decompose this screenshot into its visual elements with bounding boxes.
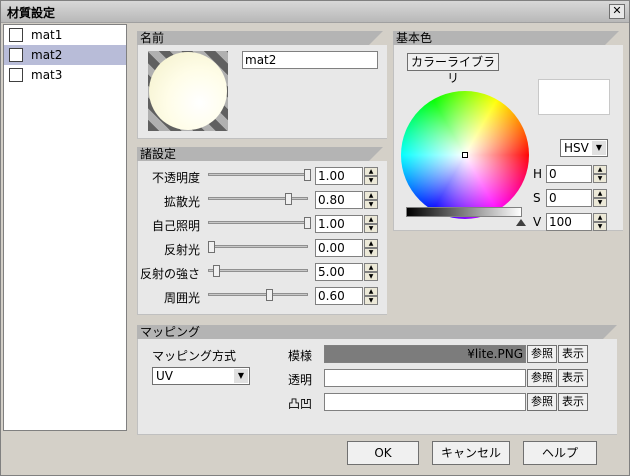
v-label: V — [533, 215, 542, 229]
setting-spinner[interactable]: ▲ ▼ — [364, 215, 378, 233]
setting-slider-track[interactable] — [208, 269, 308, 272]
setting-slider-track[interactable] — [208, 293, 308, 296]
browse-button[interactable]: 参照 — [527, 369, 557, 387]
color-mode-value: HSV — [564, 141, 589, 155]
mapping-method-select[interactable]: UV ▼ — [152, 367, 250, 385]
setting-label: 反射光 — [163, 243, 200, 257]
setting-spinner[interactable]: ▲ ▼ — [364, 263, 378, 281]
setting-value-input[interactable]: 0.80 — [315, 191, 363, 209]
title-bar[interactable]: 材質設定 ✕ — [1, 1, 629, 23]
mapping-file-input[interactable] — [324, 393, 526, 411]
section-header: 基本色 — [393, 31, 619, 45]
material-list: mat1 mat2 mat3 — [3, 24, 127, 431]
base-color-section-title: 基本色 — [396, 31, 433, 45]
material-checkbox[interactable] — [9, 68, 23, 82]
show-button[interactable]: 表示 — [558, 369, 588, 387]
mapping-row-label: 透明 — [288, 373, 313, 387]
setting-value-input[interactable]: 1.00 — [315, 167, 363, 185]
setting-slider-thumb[interactable] — [213, 265, 220, 277]
setting-slider-thumb[interactable] — [208, 241, 215, 253]
chevron-down-icon[interactable]: ▼ — [592, 141, 606, 155]
setting-slider-thumb[interactable] — [266, 289, 273, 301]
material-label: mat3 — [31, 68, 63, 82]
setting-slider-track[interactable] — [208, 173, 308, 176]
setting-value-input[interactable]: 1.00 — [315, 215, 363, 233]
material-label: mat1 — [31, 28, 63, 42]
material-preview — [148, 51, 228, 131]
ok-button[interactable]: OK — [347, 441, 419, 465]
setting-value-input[interactable]: 0.60 — [315, 287, 363, 305]
value-gradient-bar[interactable] — [406, 207, 522, 217]
material-checkbox[interactable] — [9, 28, 23, 42]
window-title: 材質設定 — [7, 6, 56, 20]
material-item-mat1[interactable]: mat1 — [4, 25, 126, 45]
s-input[interactable]: 0 — [546, 189, 592, 207]
mapping-section-title: マッピング — [140, 325, 201, 339]
mapping-method-value: UV — [156, 369, 173, 383]
settings-section-body: 不透明度 1.00 ▲ ▼ 拡散光 0.80 ▲ ▼ 自己照明 1.00 ▲ ▼ 反射光 0.00 ▲ ▼ 反射… — [137, 161, 387, 315]
settings-section-title: 諸設定 — [140, 147, 177, 161]
h-label: H — [533, 167, 543, 181]
setting-label: 拡散光 — [163, 195, 200, 209]
mapping-row-label: 模様 — [288, 349, 313, 363]
h-spinner[interactable]: ▲ ▼ — [593, 165, 607, 183]
show-button[interactable]: 表示 — [558, 345, 588, 363]
material-settings-window: 材質設定 ✕ mat1 mat2 mat3 名前 mat2 諸設定 不透明度 1… — [0, 0, 630, 476]
mapping-file-input[interactable] — [324, 369, 526, 387]
help-button[interactable]: ヘルプ — [523, 441, 597, 465]
v-spinner[interactable]: ▲ ▼ — [593, 213, 607, 231]
browse-button[interactable]: 参照 — [527, 393, 557, 411]
setting-slider-thumb[interactable] — [285, 193, 292, 205]
color-preview-swatch — [538, 79, 610, 115]
mapping-section-body: マッピング方式 UV ▼ 模様 ¥lite.PNG 参照 表示 透明 参照 表示 凸凹 参照 表示 — [137, 339, 617, 435]
color-mode-select[interactable]: HSV ▼ — [560, 139, 608, 157]
setting-slider-thumb[interactable] — [304, 169, 311, 181]
setting-label: 自己照明 — [151, 219, 200, 233]
s-spinner[interactable]: ▲ ▼ — [593, 189, 607, 207]
color-library-button[interactable]: カラーライブラリ — [407, 53, 499, 85]
setting-spinner[interactable]: ▲ ▼ — [364, 191, 378, 209]
color-wheel[interactable] — [401, 91, 529, 219]
browse-button[interactable]: 参照 — [527, 345, 557, 363]
setting-spinner[interactable]: ▲ ▼ — [364, 239, 378, 257]
setting-slider-track[interactable] — [208, 221, 308, 224]
material-item-mat3[interactable]: mat3 — [4, 65, 126, 85]
material-checkbox[interactable] — [9, 48, 23, 62]
setting-slider-track[interactable] — [208, 245, 308, 248]
setting-label: 不透明度 — [151, 171, 200, 185]
setting-slider-track[interactable] — [208, 197, 308, 200]
setting-value-input[interactable]: 5.00 — [315, 263, 363, 281]
mapping-file-input[interactable]: ¥lite.PNG — [324, 345, 526, 363]
preview-sphere — [149, 52, 227, 130]
material-label: mat2 — [31, 48, 63, 62]
setting-label: 周囲光 — [163, 291, 200, 305]
v-input[interactable]: 100 — [546, 213, 592, 231]
section-header: 名前 — [137, 31, 383, 45]
show-button[interactable]: 表示 — [558, 393, 588, 411]
setting-spinner[interactable]: ▲ ▼ — [364, 167, 378, 185]
cancel-button[interactable]: キャンセル — [432, 441, 510, 465]
material-item-mat2[interactable]: mat2 — [4, 45, 126, 65]
section-header: マッピング — [137, 325, 617, 339]
section-header: 諸設定 — [137, 147, 383, 161]
name-section-title: 名前 — [140, 31, 165, 45]
color-wheel-cursor[interactable] — [462, 152, 468, 158]
name-section-body: mat2 — [137, 45, 387, 139]
mapping-method-label: マッピング方式 — [152, 349, 237, 363]
setting-spinner[interactable]: ▲ ▼ — [364, 287, 378, 305]
setting-label: 反射の強さ — [139, 267, 200, 281]
base-color-section-body: カラーライブラリ HSV ▼ H 0 ▲ ▼ S 0 ▲ ▼ V 100 ▲ ▼ — [393, 45, 623, 231]
mapping-row-label: 凸凹 — [288, 397, 313, 411]
close-icon[interactable]: ✕ — [609, 4, 625, 19]
s-label: S — [533, 191, 541, 205]
value-marker-icon[interactable] — [516, 219, 526, 226]
chevron-down-icon[interactable]: ▼ — [234, 369, 248, 383]
setting-slider-thumb[interactable] — [304, 217, 311, 229]
h-input[interactable]: 0 — [546, 165, 592, 183]
setting-value-input[interactable]: 0.00 — [315, 239, 363, 257]
material-name-input[interactable]: mat2 — [242, 51, 378, 69]
